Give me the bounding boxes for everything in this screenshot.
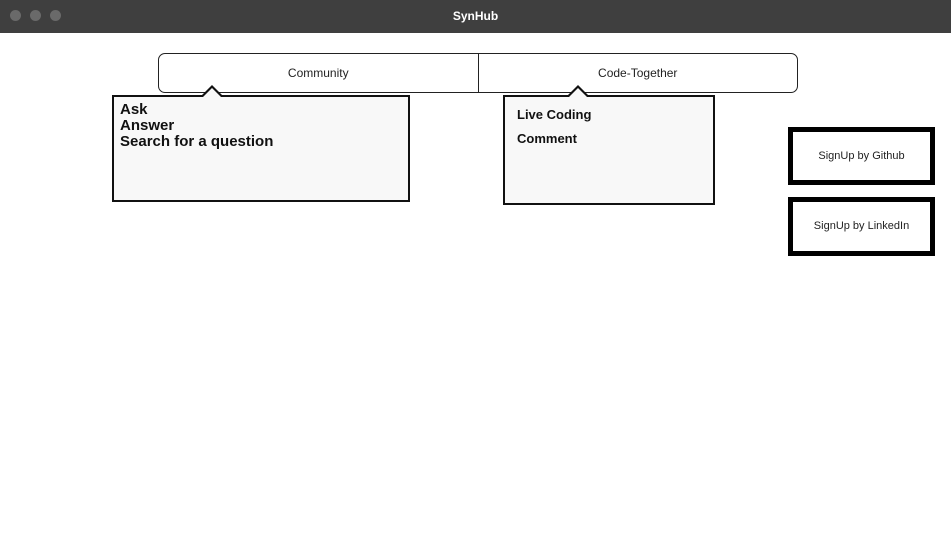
app-window: SynHub Community Code-Together Ask Answe…	[0, 0, 951, 542]
community-dropdown: Ask Answer Search for a question	[112, 85, 410, 202]
signup-linkedin-button[interactable]: SignUp by LinkedIn	[788, 197, 935, 256]
menu-item-comment[interactable]: Comment	[517, 131, 701, 147]
menu-item-ask[interactable]: Ask	[120, 102, 402, 118]
menu-item-search-question[interactable]: Search for a question	[120, 134, 402, 150]
menu-item-live-coding[interactable]: Live Coding	[517, 107, 701, 123]
title-bar: SynHub	[0, 0, 951, 33]
tab-bar: Community Code-Together	[158, 53, 798, 93]
code-together-dropdown: Live Coding Comment	[503, 85, 715, 205]
signup-github-button[interactable]: SignUp by Github	[788, 127, 935, 185]
tab-code-together[interactable]: Code-Together	[477, 54, 798, 92]
menu-item-answer[interactable]: Answer	[120, 118, 402, 134]
window-title: SynHub	[452, 9, 499, 23]
